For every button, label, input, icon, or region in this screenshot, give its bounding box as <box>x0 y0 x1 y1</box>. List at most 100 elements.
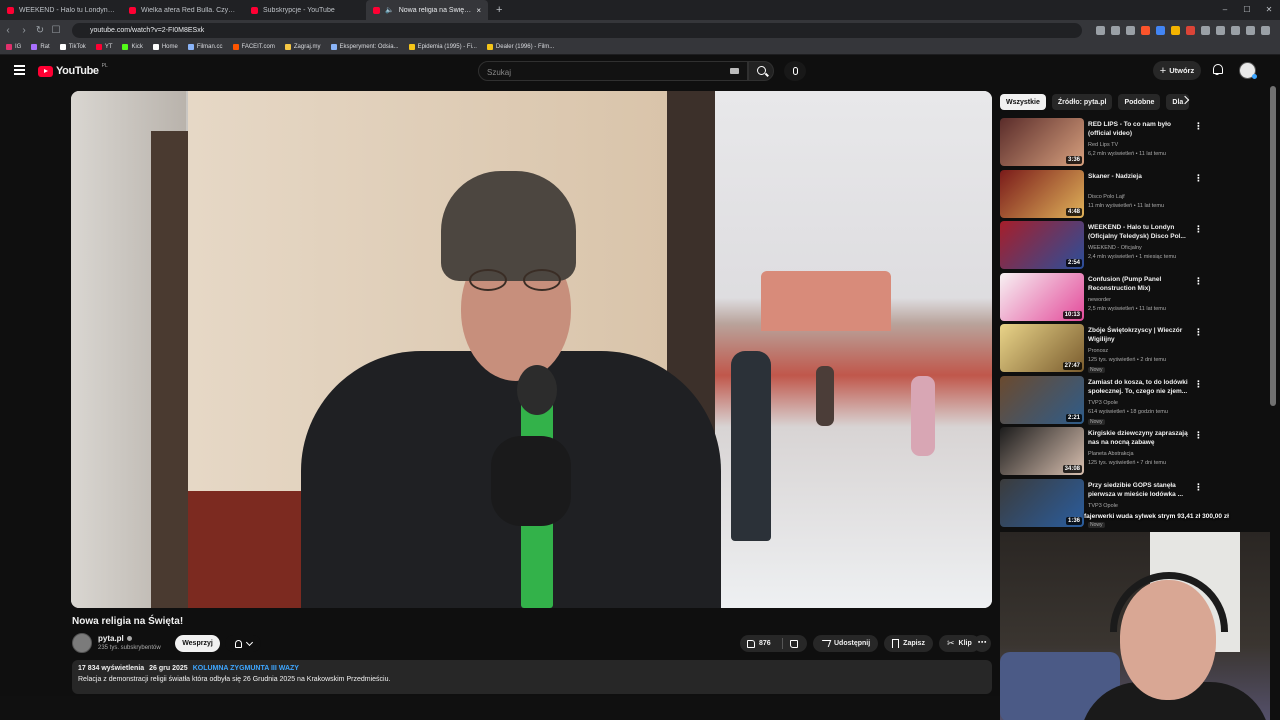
video-channel[interactable]: Red Lips TV <box>1088 142 1118 148</box>
recommended-video[interactable]: 3:36 RED LIPS - To co nam było (official … <box>1000 118 1210 166</box>
bookmark-item[interactable]: TikTok <box>59 44 86 50</box>
video-thumbnail[interactable]: 3:36 <box>1000 118 1084 166</box>
video-title-link[interactable]: Zamiast do kosza, to do lodówki społeczn… <box>1088 378 1192 396</box>
download-icon[interactable] <box>1216 25 1225 35</box>
browser-tab[interactable]: Subskrypcje - YouTube <box>244 0 366 20</box>
recommended-video[interactable]: 10:13 Confusion (Pump Panel Reconstructio… <box>1000 272 1210 321</box>
bookmark-item[interactable]: Zagraj.my <box>284 44 321 50</box>
share-button[interactable]: Udostępnij <box>813 635 879 652</box>
speaker-icon[interactable]: 🔈 <box>385 6 394 14</box>
bookmark-item[interactable]: IG <box>6 44 21 50</box>
recommended-video[interactable]: 27:47 Zbóje Świętokrzyscy | Wieczór Wigil… <box>1000 324 1210 373</box>
video-thumbnail[interactable]: 2:54 <box>1000 221 1084 269</box>
recommended-video[interactable]: 2:54 WEEKEND - Halo tu Londyn (Oficjalny … <box>1000 221 1210 269</box>
forward-icon[interactable]: › <box>16 25 32 36</box>
star-icon[interactable] <box>1126 25 1135 35</box>
kebab-menu-icon[interactable]: ⋮ <box>1194 121 1203 132</box>
channel-name[interactable]: pyta.pl <box>98 634 124 643</box>
search-input[interactable] <box>479 63 747 82</box>
cast-icon[interactable] <box>1096 25 1105 35</box>
close-window-icon[interactable]: ✕ <box>1258 0 1280 20</box>
bookmark-item[interactable]: Epidemia (1995) - Fi... <box>408 44 477 50</box>
video-channel[interactable]: WEEKEND - Oficjalny <box>1088 245 1142 251</box>
youtube-logo[interactable]: YouTube PL <box>38 63 108 77</box>
location-tag[interactable]: KOLUMNA ZYGMUNTA III WAZY <box>193 665 299 672</box>
recommended-video[interactable]: 34:08 Kirgiskie dziewczyny zapraszają nas… <box>1000 427 1210 475</box>
close-tab-icon[interactable]: × <box>476 6 481 15</box>
video-title-link[interactable]: Skaner - Nadzieja <box>1088 172 1192 181</box>
kebab-menu-icon[interactable]: ⋮ <box>1194 482 1203 493</box>
bookmark-item[interactable]: Dealer (1996) - Film... <box>486 44 554 50</box>
music-icon[interactable] <box>1246 25 1255 35</box>
thumbs-down-icon[interactable] <box>790 639 798 648</box>
support-button[interactable]: Wesprzyj <box>175 635 220 652</box>
video-channel[interactable]: TVP3 Opole <box>1088 400 1118 406</box>
filter-chip[interactable]: Źródło: pyta.pl <box>1051 94 1113 110</box>
channel-name-row[interactable]: pyta.pl <box>98 634 132 643</box>
url-field[interactable]: youtube.com/watch?v=2-FI0M8ESxk <box>72 22 1082 38</box>
video-title-link[interactable]: WEEKEND - Halo tu Londyn (Oficjalny Tele… <box>1088 223 1192 241</box>
browser-tab[interactable]: Wielka afera Red Bulla. Czy ten napó <box>122 0 244 20</box>
kebab-menu-icon[interactable]: ⋮ <box>1194 173 1203 184</box>
kebab-menu-icon[interactable]: ⋮ <box>1194 430 1203 441</box>
link-icon[interactable] <box>1231 25 1240 35</box>
bookmark-item[interactable]: Eksperyment: Odsia... <box>330 44 399 50</box>
browser-tab[interactable]: 🔈 Nowa religia na Święta! - You × <box>366 0 488 20</box>
video-channel[interactable]: Disco Polo Lajf <box>1088 194 1125 200</box>
extension-red-icon[interactable] <box>1186 25 1195 35</box>
like-button[interactable]: 876 <box>740 638 783 649</box>
bookmark-item[interactable]: Rat <box>31 44 50 50</box>
recommended-video[interactable]: 4:48 Skaner - Nadzieja Disco Polo Lajf 11 m… <box>1000 169 1210 218</box>
share-page-icon[interactable] <box>1111 25 1120 35</box>
maximize-icon[interactable]: ☐ <box>1236 0 1258 20</box>
back-icon[interactable]: ‹ <box>0 25 16 36</box>
filter-chip[interactable]: Podobne <box>1118 94 1161 110</box>
filter-chip[interactable]: Wszystkie <box>1000 94 1046 110</box>
video-player[interactable] <box>71 91 992 608</box>
video-channel[interactable]: TVP3 Opole <box>1088 503 1118 509</box>
browser-menu-icon[interactable] <box>1261 25 1270 35</box>
reload-icon[interactable]: ↻ <box>32 25 48 36</box>
bookmark-item[interactable]: Filman.cc <box>187 44 223 50</box>
recommended-video[interactable]: 2:21 Zamiast do kosza, to do lodówki społ… <box>1000 375 1210 425</box>
bookmark-item[interactable]: YT <box>95 44 112 50</box>
notification-settings-button[interactable] <box>225 635 261 652</box>
scrollbar[interactable] <box>1270 86 1276 406</box>
extension-icon[interactable] <box>1171 25 1180 35</box>
create-button[interactable]: + Utwórz <box>1153 61 1201 80</box>
video-title-link[interactable]: Przy siedzibie GOPS stanęła pierwsza w m… <box>1088 481 1192 499</box>
save-button[interactable]: Zapisz <box>884 635 933 652</box>
video-thumbnail[interactable]: 1:36 <box>1000 478 1084 527</box>
notifications-bell-icon[interactable] <box>1212 64 1223 75</box>
search-button[interactable] <box>748 61 774 81</box>
bookmark-item[interactable]: Home <box>152 44 178 50</box>
browser-tab[interactable]: WEEKEND - Halo tu Londyn (Oficjaln <box>0 0 122 20</box>
video-channel[interactable]: Pronosz <box>1088 348 1108 354</box>
video-channel[interactable]: neworder <box>1088 297 1111 303</box>
video-title-link[interactable]: Confusion (Pump Panel Reconstruction Mix… <box>1088 275 1192 293</box>
bookmark-item[interactable]: FACEIT.com <box>232 44 275 50</box>
video-thumbnail[interactable]: 10:13 <box>1000 272 1084 321</box>
bookmark-item[interactable]: Kick <box>122 44 143 50</box>
brave-shield-icon[interactable] <box>1141 25 1150 35</box>
keyboard-icon[interactable] <box>730 68 739 74</box>
video-title-link[interactable]: RED LIPS - To co nam było (official vide… <box>1088 120 1192 138</box>
kebab-menu-icon[interactable]: ⋮ <box>1194 224 1203 235</box>
kebab-menu-icon[interactable]: ⋮ <box>1194 276 1203 287</box>
description-box[interactable]: 17 834 wyświetlenia 26 gru 2025 KOLUMNA … <box>72 660 992 694</box>
kebab-menu-icon[interactable]: ⋮ <box>1194 379 1203 390</box>
puzzle-icon[interactable] <box>1201 25 1210 35</box>
video-thumbnail[interactable]: 2:21 <box>1000 375 1084 424</box>
voice-search-button[interactable] <box>784 61 806 81</box>
account-avatar[interactable] <box>1239 62 1257 79</box>
video-channel[interactable]: Planeta Abstrakcja <box>1088 451 1134 457</box>
extension-blue-icon[interactable] <box>1156 25 1165 35</box>
hamburger-menu-icon[interactable] <box>14 65 25 77</box>
video-title-link[interactable]: Kirgiskie dziewczyny zapraszają nas na n… <box>1088 429 1192 447</box>
minimize-icon[interactable]: – <box>1214 0 1236 20</box>
kebab-menu-icon[interactable]: ⋮ <box>1194 327 1203 338</box>
new-tab-button[interactable]: + <box>488 4 510 16</box>
channel-avatar[interactable] <box>72 633 92 653</box>
video-thumbnail[interactable]: 27:47 <box>1000 324 1084 372</box>
bookmark-page-icon[interactable]: ☐ <box>48 25 64 36</box>
